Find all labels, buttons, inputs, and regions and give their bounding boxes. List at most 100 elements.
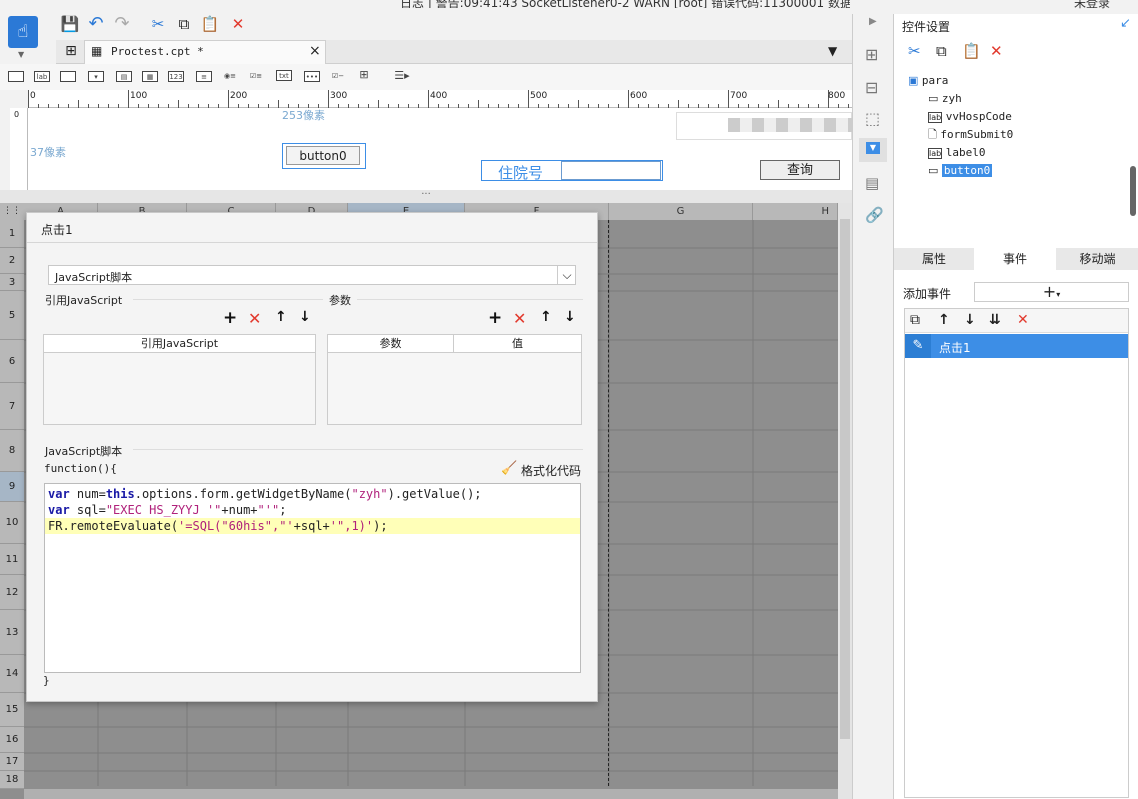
params-table[interactable]: 参数 值: [327, 334, 582, 425]
grid-view-icon[interactable]: ⊞: [62, 43, 80, 61]
broom-icon[interactable]: 🧹: [501, 461, 517, 476]
row-header[interactable]: 3: [0, 274, 24, 291]
tree-item-formsubmit0[interactable]: 🗋 formSubmit0: [928, 126, 1013, 144]
textarea-widget-icon[interactable]: ≡: [196, 71, 212, 82]
js-code-editor[interactable]: var num=this.options.form.getWidgetByNam…: [44, 483, 581, 673]
frame-icon[interactable]: ⬚: [865, 109, 880, 128]
layout-icon[interactable]: ⊞: [865, 45, 878, 64]
link-icon[interactable]: 🔗: [865, 206, 884, 224]
stack-icon[interactable]: ▤: [865, 174, 879, 192]
scrollbar-thumb[interactable]: [840, 219, 850, 739]
expand-arrow-icon[interactable]: ▶: [869, 16, 877, 27]
row-header[interactable]: 12: [0, 575, 24, 610]
delete-icon[interactable]: ✕: [990, 42, 1003, 60]
row-header[interactable]: 14: [0, 655, 24, 693]
row-header[interactable]: 7: [0, 383, 24, 430]
horizontal-scrollbar[interactable]: [24, 789, 838, 799]
text-widget-icon[interactable]: txt: [276, 70, 292, 81]
col-header[interactable]: G: [609, 203, 753, 220]
remove-param-icon[interactable]: ✕: [513, 309, 526, 328]
delete-event-icon[interactable]: ✕: [1017, 312, 1029, 328]
hand-tool-icon[interactable]: ☝: [8, 16, 38, 48]
param-down-icon[interactable]: ↓: [564, 309, 576, 325]
chevron-down-icon[interactable]: ⌵: [557, 266, 576, 284]
row-header[interactable]: 1: [0, 220, 24, 248]
param-up-icon[interactable]: ↑: [540, 309, 552, 325]
event-list[interactable]: ⧉ ↑ ↓ ⇊ ✕ ✎ 点击1: [904, 308, 1129, 798]
close-icon[interactable]: ×: [309, 43, 321, 59]
event-item-click1[interactable]: ✎ 点击1: [905, 334, 1128, 358]
radio-widget-icon[interactable]: ◉≡: [222, 71, 238, 82]
widget-settings-tab[interactable]: ▼: [859, 138, 887, 162]
add-param-icon[interactable]: +: [488, 308, 502, 328]
col-header[interactable]: H: [753, 203, 838, 220]
hosp-number-input[interactable]: [561, 161, 661, 180]
button0-widget[interactable]: button0: [286, 146, 360, 165]
date-widget-icon[interactable]: ▤: [116, 71, 132, 82]
tree-item-label0[interactable]: lab label0: [928, 144, 985, 162]
row-header[interactable]: 2: [0, 248, 24, 274]
move-bottom-icon[interactable]: ⇊: [989, 312, 1001, 328]
label-widget-icon[interactable]: lab: [34, 71, 50, 82]
tree-item-vvhospcode[interactable]: lab vvHospCode: [928, 108, 1012, 126]
tab-menu-icon[interactable]: ▼: [828, 44, 837, 58]
row-header[interactable]: 16: [0, 727, 24, 753]
copy-icon[interactable]: ⧉: [174, 14, 194, 34]
tree-item-zyh[interactable]: ▭ zyh: [928, 90, 962, 108]
row-header[interactable]: 5: [0, 291, 24, 340]
select-all-corner[interactable]: ⋮⋮: [0, 203, 24, 220]
calendar-widget-icon[interactable]: ▦: [142, 71, 158, 82]
checkbox-widget-icon[interactable]: ☑≡: [248, 71, 264, 82]
move-down-icon[interactable]: ↓: [299, 309, 311, 325]
row-header[interactable]: 18: [0, 771, 24, 789]
number-widget-icon[interactable]: 123: [168, 71, 184, 82]
login-status[interactable]: 未登录: [1074, 0, 1110, 11]
paste-icon[interactable]: 📋: [962, 42, 981, 60]
redo-icon[interactable]: ↷: [112, 14, 132, 34]
format-code-button[interactable]: 格式化代码: [521, 462, 581, 479]
row-header[interactable]: 6: [0, 340, 24, 383]
tree-item-para[interactable]: ▣ para: [908, 72, 948, 90]
parameter-canvas[interactable]: 253像素 37像素 button0 住院号 查询: [28, 108, 852, 190]
more-widgets-icon[interactable]: ☰▸: [394, 70, 410, 82]
tab-events[interactable]: 事件: [975, 248, 1055, 270]
cut-icon[interactable]: ✂: [148, 14, 168, 34]
vertical-scrollbar[interactable]: [838, 203, 852, 799]
paste-icon[interactable]: 📋: [200, 14, 220, 34]
tree-scrollbar[interactable]: [1130, 166, 1136, 216]
tab-proctest[interactable]: ▦ Proctest.cpt * ×: [84, 40, 326, 64]
tree-widget-icon[interactable]: ⊞: [356, 69, 372, 81]
row-header[interactable]: 17: [0, 753, 24, 771]
edit-icon[interactable]: ✎: [905, 334, 931, 358]
chevron-down-icon[interactable]: ▼: [18, 50, 24, 59]
row-header[interactable]: 10: [0, 502, 24, 544]
textbox-widget-icon[interactable]: [8, 71, 24, 82]
tree-item-button0[interactable]: ▭ button0: [928, 162, 993, 180]
password-widget-icon[interactable]: •••: [304, 71, 320, 82]
remove-js-icon[interactable]: ✕: [248, 309, 261, 328]
row-header[interactable]: 11: [0, 544, 24, 575]
undo-icon[interactable]: ↶: [86, 14, 106, 34]
query-button[interactable]: 查询: [760, 160, 840, 180]
move-up-icon[interactable]: ↑: [275, 309, 287, 325]
move-down-icon[interactable]: ↓: [964, 312, 976, 328]
row-header[interactable]: 13: [0, 610, 24, 655]
row-header[interactable]: 9: [0, 472, 24, 502]
copy-icon[interactable]: ⧉: [936, 42, 947, 60]
tab-properties[interactable]: 属性: [894, 248, 974, 270]
combobox-widget-icon[interactable]: ▾: [88, 71, 104, 82]
button-widget-icon[interactable]: [60, 71, 76, 82]
checkbox-single-widget-icon[interactable]: ☑−: [330, 71, 346, 82]
dataset-icon[interactable]: ⊟: [865, 78, 878, 97]
add-js-icon[interactable]: +: [223, 308, 237, 328]
cut-icon[interactable]: ✂: [908, 42, 921, 60]
tab-mobile[interactable]: 移动端: [1056, 248, 1138, 270]
save-icon[interactable]: 💾: [60, 14, 80, 34]
move-up-icon[interactable]: ↑: [938, 312, 950, 328]
splitter-handle[interactable]: ···: [0, 190, 852, 203]
type-select[interactable]: JavaScript脚本 ⌵: [48, 265, 576, 285]
delete-icon[interactable]: ✕: [228, 14, 248, 34]
ref-js-table[interactable]: 引用JavaScript: [43, 334, 316, 425]
copy-event-icon[interactable]: ⧉: [910, 312, 920, 328]
row-header[interactable]: 8: [0, 430, 24, 472]
